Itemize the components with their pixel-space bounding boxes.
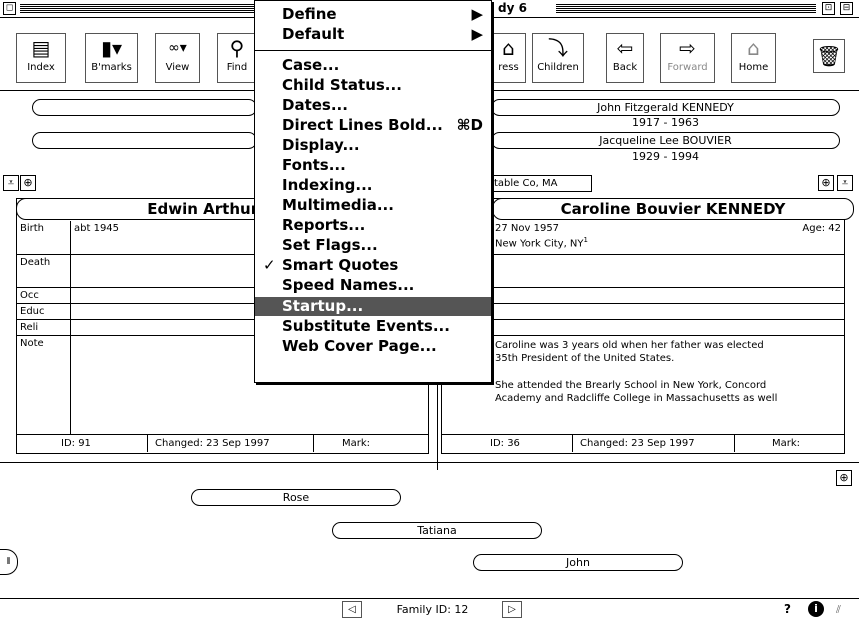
status-bar: ◁ Family ID: 12 ▷ ? i ⫽ <box>0 598 859 620</box>
zoom-box-icon[interactable]: ⊡ <box>822 2 835 15</box>
father-dates: 1917 - 1963 <box>632 116 699 129</box>
bookmark-icon: ▮▾ <box>100 36 123 60</box>
bookmarks-button[interactable]: ▮▾ B'marks <box>85 33 138 83</box>
collapse-box-icon[interactable]: ⊟ <box>840 2 853 15</box>
children-divider <box>0 462 859 463</box>
prev-family-icon[interactable]: ◁ <box>342 601 362 618</box>
menu-item-dates[interactable]: Dates... <box>255 96 491 115</box>
menu-item-web-cover-page[interactable]: Web Cover Page... <box>255 337 491 356</box>
children-icon: ⤵ <box>548 36 568 60</box>
right-age: Age: 42 <box>802 223 841 234</box>
spouse-tab-icon[interactable]: ⦀ <box>0 549 18 575</box>
help-icon[interactable]: ? <box>784 602 791 616</box>
address-button[interactable]: ⌂ ress <box>492 33 526 83</box>
left-parent-2[interactable] <box>32 132 257 149</box>
menu-item-fonts[interactable]: Fonts... <box>255 156 491 175</box>
menu-item-default[interactable]: Default ▶ <box>255 25 491 44</box>
left-footer: ID: 91 Changed: 23 Sep 1997 Mark: <box>17 434 428 452</box>
magnifier-icon: ⚲ <box>229 36 245 60</box>
family-id: Family ID: 12 <box>396 603 469 616</box>
child-rose[interactable]: Rose <box>191 489 401 506</box>
child-tatiana[interactable]: Tatiana <box>332 522 542 539</box>
right-educ-row[interactable] <box>442 304 844 320</box>
card-file-icon: ▤ <box>31 36 51 60</box>
left-parent-1[interactable] <box>32 99 257 116</box>
find-button[interactable]: ⚲ Find <box>217 33 257 83</box>
menu-item-startup[interactable]: Startup... <box>255 297 491 316</box>
menu-item-substitute-events[interactable]: Substitute Events... <box>255 317 491 336</box>
right-birth-row[interactable]: 27 Nov 1957 New York City, NY1 Age: 42 <box>442 221 844 255</box>
right-reli-row[interactable] <box>442 320 844 336</box>
menu-item-indexing[interactable]: Indexing... <box>255 176 491 195</box>
menu-item-direct-lines-bold[interactable]: Direct Lines Bold... ⌘D <box>255 116 491 135</box>
menu-item-child-status[interactable]: Child Status... <box>255 76 491 95</box>
menu-item-display[interactable]: Display... <box>255 136 491 155</box>
place-field[interactable]: table Co, MA <box>492 175 592 192</box>
forward-button[interactable]: ⇨ Forward <box>660 33 715 83</box>
left-id: ID: 91 <box>61 438 91 449</box>
right-birth-place: New York City, NY1 <box>495 236 588 250</box>
left-changed: Changed: 23 Sep 1997 <box>155 438 270 449</box>
close-box-icon[interactable]: ◻ <box>3 2 16 15</box>
right-footer: ID: 36 Changed: 23 Sep 1997 Mark: <box>442 434 844 452</box>
right-note[interactable]: Caroline was 3 years old when her father… <box>495 339 843 405</box>
view-button[interactable]: ∞▾ View <box>155 33 200 83</box>
mother-name[interactable]: Jacqueline Lee BOUVIER <box>491 132 840 149</box>
title-stripes <box>20 3 254 14</box>
right-death-row[interactable] <box>442 255 844 288</box>
menu-item-speed-names[interactable]: Speed Names... <box>255 276 491 295</box>
add-left-icon[interactable]: ⊕ <box>20 175 36 191</box>
left-mark: Mark: <box>342 438 371 449</box>
right-birth-date: 27 Nov 1957 <box>495 223 560 234</box>
menu-item-set-flags[interactable]: Set Flags... <box>255 236 491 255</box>
menu-item-multimedia[interactable]: Multimedia... <box>255 196 491 215</box>
home-button[interactable]: ⌂ Home <box>731 33 776 83</box>
menu-item-reports[interactable]: Reports... <box>255 216 491 235</box>
submenu-arrow-icon: ▶ <box>471 25 483 43</box>
collapse-left-icon[interactable]: ⩡ <box>3 175 19 191</box>
window-title: dy 6 <box>495 1 555 17</box>
child-john[interactable]: John <box>473 554 683 571</box>
mother-dates: 1929 - 1994 <box>632 150 699 163</box>
preferences-menu: Define ▶ Default ▶ Case... Child Status...… <box>254 0 492 383</box>
menu-item-smart-quotes[interactable]: ✓ Smart Quotes <box>255 256 491 275</box>
trash-button[interactable]: 🗑 <box>813 39 845 73</box>
right-person-panel: Caroline Bouvier KENNEDY 27 Nov 1957 New… <box>441 198 854 454</box>
arrow-left-icon: ⇦ <box>616 36 634 60</box>
submenu-arrow-icon: ▶ <box>471 5 483 23</box>
index-button[interactable]: ▤ Index <box>16 33 66 83</box>
birth-value: abt 1945 <box>74 223 120 234</box>
back-button[interactable]: ⇦ Back <box>606 33 644 83</box>
add-right-icon[interactable]: ⊕ <box>818 175 834 191</box>
right-person-name[interactable]: Caroline Bouvier KENNEDY <box>492 198 854 220</box>
trash-icon: 🗑 <box>816 44 842 68</box>
checkmark-icon: ✓ <box>263 256 276 274</box>
right-mark: Mark: <box>772 438 801 449</box>
title-stripes-right <box>556 3 816 14</box>
house-icon: ⌂ <box>502 36 515 60</box>
resize-grip-icon[interactable]: ⫽ <box>836 603 841 617</box>
glasses-icon: ∞▾ <box>168 40 187 56</box>
arrow-right-icon: ⇨ <box>679 36 696 60</box>
father-name[interactable]: John Fitzgerald KENNEDY <box>491 99 840 116</box>
menu-item-define[interactable]: Define ▶ <box>255 5 491 24</box>
children-button[interactable]: ⤵ Children <box>532 33 584 83</box>
info-icon[interactable]: i <box>808 601 824 617</box>
collapse-right-icon[interactable]: ⩡ <box>837 175 853 191</box>
add-child-icon[interactable]: ⊕ <box>836 470 852 486</box>
right-occ-row[interactable] <box>442 288 844 304</box>
right-id: ID: 36 <box>490 438 520 449</box>
home-icon: ⌂ <box>747 36 760 60</box>
menu-item-case[interactable]: Case... <box>255 56 491 75</box>
right-changed: Changed: 23 Sep 1997 <box>580 438 695 449</box>
menu-separator <box>255 50 491 51</box>
next-family-icon[interactable]: ▷ <box>502 601 522 618</box>
